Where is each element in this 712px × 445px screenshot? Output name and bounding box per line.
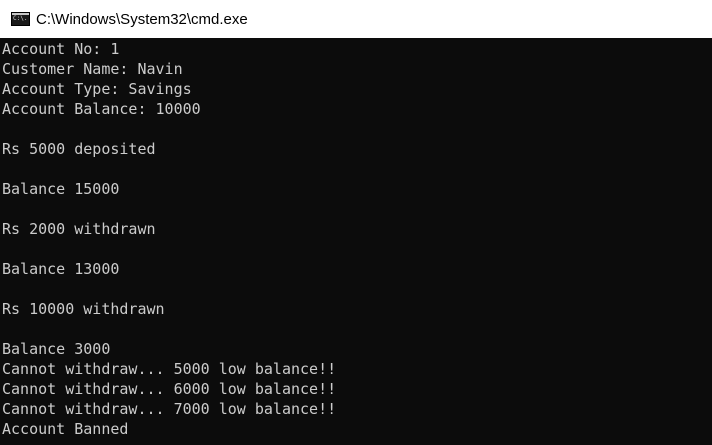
- console-line: Account Type: Savings: [2, 80, 192, 98]
- console-line: Rs 2000 withdrawn: [2, 220, 156, 238]
- console-output[interactable]: Account No: 1 Customer Name: Navin Accou…: [2, 39, 712, 445]
- console-line: Balance 15000: [2, 180, 120, 198]
- console-line: Account Balance: 10000: [2, 100, 201, 118]
- title-bar[interactable]: C:\. C:\Windows\System32\cmd.exe: [0, 0, 712, 38]
- console-line: Customer Name: Navin: [2, 60, 183, 78]
- cmd-window: C:\. C:\Windows\System32\cmd.exe Account…: [0, 0, 712, 445]
- console-line: Account Banned: [2, 420, 129, 438]
- console-line: Cannot withdraw... 5000 low balance!!: [2, 360, 337, 378]
- console-line: Balance 3000: [2, 340, 111, 358]
- console-line: Rs 5000 deposited: [2, 140, 156, 158]
- icon-top-bar: [12, 13, 29, 15]
- console-line: Account No: 1: [2, 40, 120, 58]
- console-line: Cannot withdraw... 6000 low balance!!: [2, 380, 337, 398]
- console-line: Cannot withdraw... 7000 low balance!!: [2, 400, 337, 418]
- console-line: Balance 13000: [2, 260, 120, 278]
- cmd-console-icon[interactable]: C:\.: [11, 12, 30, 26]
- console-line: Rs 10000 withdrawn: [2, 300, 165, 318]
- window-title: C:\Windows\System32\cmd.exe: [36, 10, 248, 28]
- icon-prompt-text: C:\.: [13, 15, 28, 22]
